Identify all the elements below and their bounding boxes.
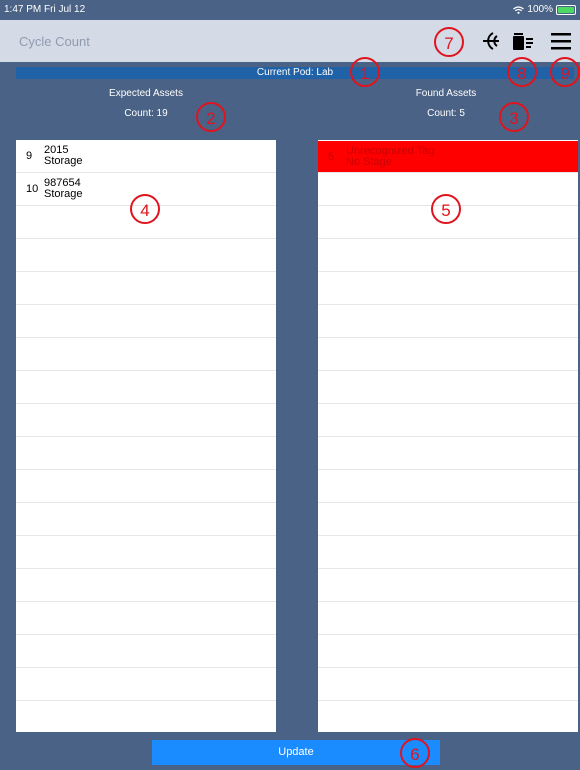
- asset-stage: No Stage: [346, 155, 392, 168]
- list-item[interactable]: 9 2015 Storage: [16, 140, 276, 173]
- update-button[interactable]: Update: [152, 740, 440, 765]
- status-bar: 1:47 PM Fri Jul 12 100%: [0, 0, 580, 20]
- annotation-badge: 3: [499, 102, 529, 132]
- menu-icon[interactable]: [548, 28, 574, 54]
- page-title: Cycle Count: [19, 34, 90, 49]
- status-right: 100%: [513, 4, 576, 15]
- annotation-badge: 5: [431, 194, 461, 224]
- battery-level: [558, 6, 574, 13]
- list-item[interactable]: 5 Unrecognized Tag No Stage: [318, 141, 578, 173]
- expected-assets-heading: Expected Assets: [109, 88, 183, 99]
- annotation-badge: 4: [130, 194, 160, 224]
- annotation-badge: 2: [196, 102, 226, 132]
- asset-number: 9: [26, 150, 33, 162]
- annotation-badge: 8: [507, 57, 537, 87]
- asset-number: 10: [26, 183, 39, 195]
- asset-number: 5: [328, 150, 335, 163]
- current-pod-bar[interactable]: Current Pod: Lab: [16, 67, 574, 79]
- asset-details: 2015 Storage: [44, 145, 83, 167]
- trash-list-icon[interactable]: [510, 28, 536, 54]
- annotation-badge: 1: [350, 57, 380, 87]
- battery-percent: 100%: [527, 4, 553, 15]
- annotation-badge: 9: [550, 57, 580, 87]
- battery-icon: [556, 4, 576, 15]
- found-assets-list[interactable]: 5 Unrecognized Tag No Stage: [318, 140, 578, 732]
- asset-stage: Storage: [44, 155, 83, 167]
- annotation-badge: 7: [434, 27, 464, 57]
- annotation-badge: 6: [400, 738, 430, 768]
- found-assets-heading: Found Assets: [415, 88, 477, 99]
- asset-details: Unrecognized Tag No Stage: [346, 145, 434, 168]
- asset-stage: Storage: [44, 188, 83, 200]
- nav-bar: Cycle Count: [0, 20, 580, 62]
- asset-details: 987654 Storage: [44, 178, 83, 200]
- expected-assets-list[interactable]: 9 2015 Storage 10 987654 Storage: [16, 140, 276, 732]
- nfc-signal-icon[interactable]: [478, 28, 504, 54]
- wifi-icon: [513, 5, 525, 14]
- status-time: 1:47 PM Fri Jul 12: [4, 4, 86, 15]
